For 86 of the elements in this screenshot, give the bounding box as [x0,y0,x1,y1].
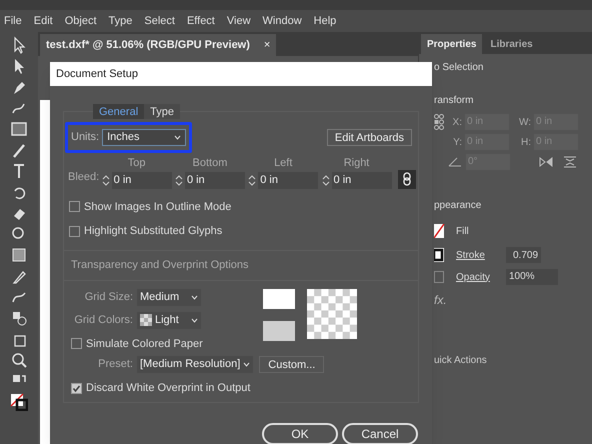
units-dropdown[interactable]: Inches [102,129,186,146]
chevron-icon [191,294,198,300]
document-tab-title: test.dxf* @ 51.06% (RGB/GPU Preview) [46,38,250,53]
field-label: Grid Colors: [73,312,133,328]
menu-item[interactable]: View [226,12,251,30]
dialog-tab[interactable]: Type [144,104,180,119]
menu-item[interactable]: Object [64,12,96,30]
opacity-link[interactable]: Opacity [456,270,496,284]
stroke-swatch-icon[interactable] [434,248,446,262]
edit-artboards-button[interactable]: Edit Artboards [326,129,412,146]
checkbox[interactable] [71,338,82,350]
section-title: Transparency and Overprint Options [64,257,418,280]
transparency-grid-preview [306,288,357,338]
grid-size-dropdown[interactable]: Medium [137,288,201,306]
gradient-icon[interactable] [10,246,28,264]
field-label: Grid Size: [84,290,133,305]
stepper-icon[interactable] [322,174,330,186]
dialog-title: Document Setup [50,62,432,86]
chain-link-icon [403,172,412,186]
column-heading: Top [128,156,146,171]
flip-icons-drawing[interactable] [538,156,578,168]
stroke-weight-field[interactable]: 0.709 [506,247,542,263]
blend-icon[interactable] [10,309,28,327]
bleed-label: Bleed: [67,170,99,185]
bleed-field[interactable]: 0 in [184,172,245,188]
stepper-icon[interactable] [102,174,110,186]
menu-item[interactable]: Edit [34,12,53,30]
dialog-button[interactable]: Cancel [342,423,418,444]
custom-button[interactable]: Custom... [259,356,324,373]
bleed-field[interactable]: 0 in [258,172,318,188]
panel-tab[interactable]: Properties [421,34,482,54]
field-label: X: [452,116,462,130]
checkbox[interactable] [71,382,82,394]
bleed-field[interactable]: 0 in [332,172,392,188]
angle-icon [448,157,462,167]
checker-swatch-icon [140,314,152,326]
checkbox[interactable] [69,201,80,212]
effects-label[interactable]: fx. [434,291,447,309]
reference-point-icon[interactable] [434,114,444,130]
chevron-icon [174,135,182,140]
units-label: Units: [71,130,100,146]
document-tab[interactable]: test.dxf* @ 51.06% (RGB/GPU Preview) × [40,34,276,56]
stepper-icon[interactable] [248,174,256,186]
stroke-link[interactable]: Stroke [456,248,496,262]
bleed-field[interactable]: 0 in [112,172,172,188]
dialog-tab[interactable]: General [93,104,144,119]
grid-colors-dropdown[interactable]: Light [137,312,201,328]
checkbox-label: Show Images In Outline Mode [84,200,232,214]
section-title: ransform [434,94,474,108]
link-toggle[interactable] [398,170,416,188]
color-swatch[interactable] [262,320,295,340]
preset-dropdown[interactable]: [Medium Resolution] [137,356,254,373]
checkbox-label: Simulate Colored Paper [86,336,203,352]
menu-item[interactable]: Effect [186,12,215,30]
field-label: H: [520,136,531,150]
menu-item[interactable]: Window [262,12,302,30]
menu-item[interactable]: Select [144,12,175,30]
stepper-icon[interactable] [174,174,183,186]
chevron-icon [191,318,198,322]
rectangle-icon[interactable] [10,120,28,138]
color-swatch[interactable] [262,288,295,308]
chevron-icon [243,362,250,367]
menu-item[interactable]: File [4,12,22,30]
menu-item[interactable]: Help [314,12,336,30]
selection-label: o Selection [434,61,484,75]
fill-stroke-icon[interactable] [10,393,28,411]
dialog-button[interactable]: OK [262,423,338,444]
menu-item[interactable]: Type [108,12,132,30]
fill-swatch-icon[interactable] [434,224,446,238]
section-title: ppearance [434,199,482,213]
column-heading: Bottom [192,156,228,171]
search-icon[interactable] [10,351,28,369]
field-label: Preset: [97,357,133,372]
section-title: uick Actions [434,354,488,368]
checkbox[interactable] [69,226,80,237]
fill-label: Fill [456,224,469,238]
opacity-field[interactable]: 100% [506,269,558,285]
panel-tab[interactable]: Libraries [484,34,539,54]
column-heading: Left [274,156,292,171]
checkbox-label: Discard White Overprint in Output [86,381,250,396]
field-label: W: [518,116,531,130]
column-heading: Right [344,156,370,171]
field-label: Y: [452,136,462,150]
close-icon[interactable]: × [264,36,270,54]
checkbox-label: Highlight Substituted Glyphs [84,224,222,239]
checkmark-icon [72,384,81,393]
